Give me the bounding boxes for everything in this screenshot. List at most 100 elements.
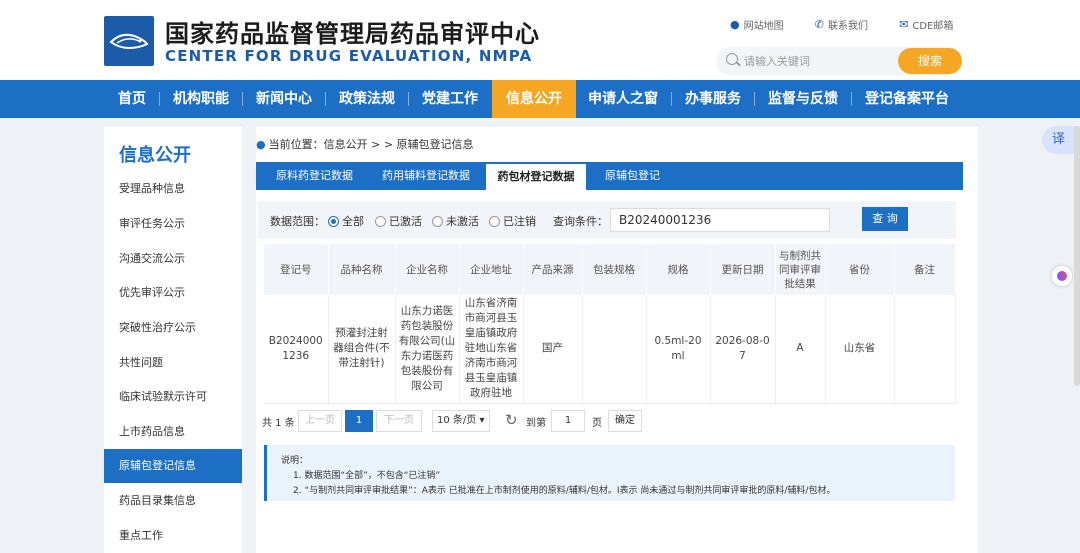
goto-confirm-button[interactable]: 确定	[608, 410, 642, 432]
cell-province: 山东省	[825, 295, 895, 404]
query-label: 查询条件：	[553, 215, 608, 228]
site-title-en: CENTER FOR DRUG EVALUATION, NMPA	[165, 47, 533, 65]
tab-api-data[interactable]: 原料药登记数据	[276, 162, 353, 190]
sidebar-item-catalog[interactable]: 药品目录集信息	[104, 484, 242, 518]
col-address: 企业地址	[459, 244, 524, 295]
sidebar-item-accepted[interactable]: 受理品种信息	[104, 172, 242, 206]
nav-divider	[159, 92, 160, 106]
contact-label: 联系我们	[828, 21, 869, 32]
cell-spec: 0.5ml-20ml	[646, 295, 711, 404]
col-company: 企业名称	[395, 244, 460, 295]
cell-reg-no: B20240001236	[264, 295, 329, 404]
sidebar: 信息公开 受理品种信息 审评任务公示 沟通交流公示 优先审评公示 突破性治疗公示…	[104, 127, 242, 553]
sidebar-item-api-registration[interactable]: 原辅包登记信息	[104, 449, 242, 483]
nav-divider	[325, 92, 326, 106]
cell-address: 山东省济南市商河县玉皇庙镇政府驻地山东省济南市商河县玉皇庙镇政府驻地	[459, 295, 524, 404]
mail-link[interactable]: ✉ CDE邮箱	[899, 17, 953, 32]
results-table: 登记号 品种名称 企业名称 企业地址 产品来源 包装规格 规格 更新日期 与制剂…	[264, 244, 956, 404]
col-source: 产品来源	[523, 244, 583, 295]
cell-source: 国产	[523, 295, 583, 404]
nav-divider	[851, 92, 852, 106]
nav-services[interactable]: 办事服务	[685, 80, 741, 118]
cell-pack-spec	[582, 295, 647, 404]
tab-packaging-data[interactable]: 药包材登记数据	[486, 162, 586, 190]
sidebar-item-review-tasks[interactable]: 审评任务公示	[104, 207, 242, 241]
notice-title: 说明：	[281, 456, 309, 466]
location-pin-icon: ●	[256, 138, 266, 151]
search-icon	[726, 53, 738, 65]
sidebar-item-communication[interactable]: 沟通交流公示	[104, 242, 242, 276]
phone-icon: ✆	[814, 18, 825, 31]
col-reg-no: 登记号	[264, 244, 329, 295]
radio-icon	[432, 216, 443, 227]
breadcrumb: ● 当前位置：信息公开 > > 原辅包登记信息	[256, 136, 474, 152]
radio-selected-icon	[328, 216, 339, 227]
breadcrumb-path[interactable]: 信息公开 > > 原辅包登记信息	[324, 138, 474, 151]
page-size-select[interactable]: 10 条/页 ▾	[432, 410, 490, 432]
nav-applicant[interactable]: 申请人之窗	[588, 80, 658, 118]
location-pin-icon: ●	[730, 18, 740, 31]
table-header-row: 登记号 品种名称 企业名称 企业地址 产品来源 包装规格 规格 更新日期 与制剂…	[264, 244, 956, 295]
radio-activated-label: 已激活	[389, 215, 422, 228]
main-nav: 首页 机构职能 新闻中心 政策法规 党建工作 信息公开 申请人之窗 办事服务 监…	[0, 80, 1080, 118]
goto-label: 到第	[526, 418, 546, 429]
nav-party[interactable]: 党建工作	[422, 80, 478, 118]
assistant-float-icon[interactable]	[1052, 266, 1072, 286]
radio-icon	[489, 216, 500, 227]
cde-logo[interactable]	[104, 16, 154, 66]
site-title-cn: 国家药品监督管理局药品审评中心	[165, 20, 540, 48]
page-1-button[interactable]: 1	[345, 410, 373, 432]
notice-line-2: 2. “与制剂共同审评审批结果”：A表示 已批准在上市制剂使用的原料/辅料/包材…	[293, 486, 836, 496]
col-remark: 备注	[894, 244, 956, 295]
nav-info-public[interactable]: 信息公开	[492, 80, 576, 118]
nav-divider	[242, 92, 243, 106]
query-button[interactable]: 查 询	[862, 207, 908, 231]
main-content: ● 当前位置：信息公开 > > 原辅包登记信息 原料药登记数据 药用辅料登记数据 …	[256, 127, 978, 553]
nav-registration[interactable]: 登记备案平台	[865, 80, 949, 118]
tab-registration[interactable]: 原辅包登记	[605, 162, 660, 190]
sidebar-title: 信息公开	[119, 145, 191, 166]
sidebar-item-marketed-drugs[interactable]: 上市药品信息	[104, 415, 242, 449]
radio-icon	[375, 216, 386, 227]
table-row[interactable]: B20240001236 预灌封注射器组合件(不带注射针) 山东力诺医药包装股份…	[264, 295, 956, 404]
nav-news[interactable]: 新闻中心	[256, 80, 312, 118]
site-header: 国家药品监督管理局药品审评中心 CENTER FOR DRUG EVALUATI…	[0, 0, 1080, 80]
sitemap-label: 网站地图	[743, 21, 784, 32]
radio-all[interactable]: 全部	[328, 213, 364, 229]
sidebar-item-key-work[interactable]: 重点工作	[104, 519, 242, 553]
sidebar-item-breakthrough[interactable]: 突破性治疗公示	[104, 311, 242, 345]
cell-updated: 2026-08-07	[710, 295, 776, 404]
nav-home[interactable]: 首页	[118, 80, 146, 118]
sidebar-item-priority[interactable]: 优先审评公示	[104, 276, 242, 310]
nav-functions[interactable]: 机构职能	[173, 80, 229, 118]
nav-policy[interactable]: 政策法规	[339, 80, 395, 118]
col-pack-spec: 包装规格	[582, 244, 647, 295]
col-updated: 更新日期	[710, 244, 776, 295]
prev-page-button[interactable]: 上一页	[298, 410, 342, 432]
contact-link[interactable]: ✆ 联系我们	[815, 17, 868, 32]
col-province: 省份	[825, 244, 895, 295]
page-unit-label: 页	[592, 418, 602, 429]
page-scrollbar[interactable]	[1074, 126, 1080, 386]
tab-excipient-data[interactable]: 药用辅料登记数据	[382, 162, 470, 190]
radio-inactive[interactable]: 未激活	[432, 213, 479, 229]
nav-divider	[754, 92, 755, 106]
refresh-icon[interactable]: ↻	[505, 411, 518, 429]
sitemap-link[interactable]: ● 网站地图	[730, 17, 784, 32]
top-links: ● 网站地图 ✆ 联系我们 ✉ CDE邮箱	[730, 17, 981, 32]
query-input[interactable]: B20240001236	[610, 208, 830, 232]
sidebar-item-clinical-trial[interactable]: 临床试验默示许可	[104, 380, 242, 414]
total-count: 共 1 条	[262, 418, 295, 429]
sidebar-item-common-issues[interactable]: 共性问题	[104, 346, 242, 380]
nav-feedback[interactable]: 监督与反馈	[768, 80, 838, 118]
goto-page-input[interactable]: 1	[551, 410, 585, 432]
next-page-button[interactable]: 下一页	[376, 410, 422, 432]
fish-logo-icon	[109, 33, 149, 50]
radio-activated[interactable]: 已激活	[375, 213, 422, 229]
radio-cancelled[interactable]: 已注销	[489, 213, 536, 229]
radio-all-label: 全部	[342, 215, 364, 228]
search-input[interactable]	[744, 52, 894, 70]
mail-label: CDE邮箱	[912, 21, 954, 32]
search-button[interactable]: 搜索	[898, 48, 962, 74]
nav-divider	[408, 92, 409, 106]
